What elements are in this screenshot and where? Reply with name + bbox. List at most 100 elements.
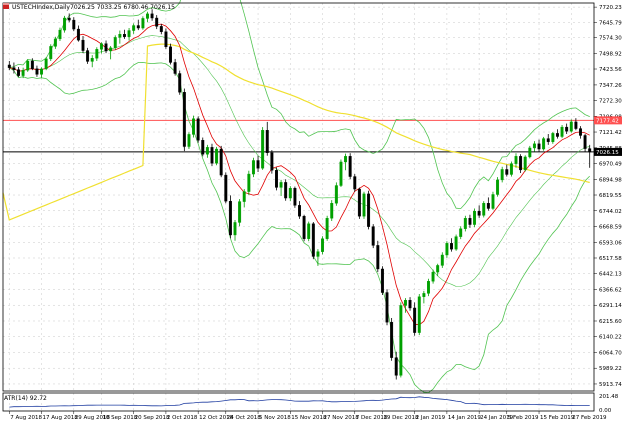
candle-body	[311, 223, 315, 257]
candle-body	[450, 243, 453, 250]
candle-body	[523, 156, 527, 171]
atr-panel-frame	[2, 392, 595, 412]
candle-body	[58, 29, 62, 40]
candle-body	[560, 126, 564, 137]
candle-body	[445, 243, 449, 256]
candle-body	[362, 193, 366, 217]
candle-body	[219, 148, 223, 176]
x-tick-label: 5 Feb 2019	[508, 415, 539, 421]
y-tick-label: 6593.06	[599, 240, 622, 246]
candle-body	[99, 43, 103, 50]
x-tick-label: 14 Jan 2019	[448, 415, 481, 421]
candle-body	[302, 215, 306, 239]
candle-body	[35, 68, 39, 75]
candle-body	[196, 118, 200, 141]
y-tick-label: 6970.49	[599, 162, 622, 168]
candle-body	[81, 39, 85, 51]
candle-body	[275, 170, 278, 188]
candle-body	[454, 236, 458, 250]
candle-body	[473, 210, 477, 225]
candle-body	[427, 281, 430, 294]
candle-body	[380, 268, 384, 293]
y-tick-label: 7498.92	[599, 51, 622, 57]
candle-body	[159, 26, 163, 32]
candle-body	[307, 223, 311, 239]
y-tick-label: 7720.23	[599, 5, 622, 11]
candle-body	[528, 147, 532, 158]
candle-body	[173, 62, 177, 74]
candle-body	[579, 128, 582, 136]
candle-body	[496, 179, 500, 195]
candle-body	[500, 169, 504, 181]
candle-body	[546, 138, 550, 142]
candle-body	[390, 321, 394, 358]
candle-body	[210, 147, 214, 164]
x-tick-label: 15 Nov 2018	[291, 415, 327, 421]
price-chart[interactable]: 7720.23 7645.79 7574.30 7498.92 7423.56 7347.…	[0, 0, 625, 423]
candle-body	[477, 210, 481, 216]
candle-body	[261, 130, 265, 169]
bollinger-middle	[9, 35, 590, 287]
candle-body	[463, 218, 467, 229]
symbol-flag-stripe	[3, 3, 9, 5]
candle-body	[348, 156, 352, 177]
candle-body	[468, 218, 472, 225]
candle-body	[228, 200, 232, 236]
candle-body	[192, 118, 196, 135]
x-tick-label: 2 Jan 2019	[416, 415, 446, 421]
candle-body	[53, 38, 57, 47]
atr-line	[9, 396, 590, 408]
bollinger-lower	[9, 61, 590, 394]
candle-body	[413, 307, 417, 333]
candle-body	[122, 34, 126, 37]
candle-body	[95, 49, 99, 59]
y-tick-label: 7347.26	[599, 83, 622, 89]
candle-body	[182, 92, 186, 147]
candle-body	[588, 148, 592, 153]
atr-tick-label: 201.48	[599, 394, 619, 400]
candle-body	[293, 188, 297, 206]
candle-body	[146, 13, 149, 19]
y-tick-label: 7423.56	[599, 67, 622, 73]
candle-body	[233, 222, 237, 236]
y-tick-label: 6366.62	[599, 287, 622, 293]
candle-body	[532, 143, 536, 149]
candle-body	[270, 152, 274, 171]
candle-body	[49, 46, 53, 60]
candle-body	[565, 126, 569, 132]
candle-body	[376, 245, 380, 270]
chart-window[interactable]: 7720.23 7645.79 7574.30 7498.92 7423.56 7347.…	[0, 0, 625, 423]
candle-body	[399, 305, 403, 376]
candle-body	[316, 251, 320, 257]
candle-body	[459, 228, 463, 237]
candle-body	[17, 69, 20, 76]
candle-body	[330, 203, 334, 219]
candle-body	[132, 25, 136, 31]
y-tick-label: 6442.13	[599, 272, 622, 278]
candle-body	[440, 254, 444, 266]
candle-body	[150, 13, 154, 19]
candle-body	[486, 203, 490, 209]
candle-body	[367, 193, 371, 227]
candle-body	[178, 73, 182, 93]
candle-body	[205, 147, 209, 155]
y-tick-label: 6215.60	[599, 319, 622, 325]
candle-body	[491, 194, 495, 209]
candle-body	[431, 271, 435, 282]
candle-body	[555, 133, 559, 137]
candle-body	[7, 64, 11, 68]
candle-body	[40, 68, 44, 75]
price-scale: 7720.23 7645.79 7574.30 7498.92 7423.56 7347.…	[594, 5, 622, 388]
candle-body	[251, 160, 255, 175]
y-tick-label: 6744.02	[599, 209, 622, 215]
candle-body	[334, 185, 338, 204]
x-tick-label: 20 Sep 2018	[135, 415, 170, 421]
candle-body	[436, 265, 440, 273]
y-tick-label: 7272.30	[599, 99, 622, 105]
x-tick-label: 5 Nov 2018	[259, 415, 291, 421]
y-tick-label: 7574.30	[599, 36, 622, 42]
candle-body	[63, 17, 67, 31]
time-scale: 7 Aug 2018 17 Aug 201829 Aug 201810 Sep 2…	[9, 411, 607, 421]
atr-label: ATR(14) 92.72	[4, 395, 47, 402]
candle-body	[519, 156, 523, 171]
